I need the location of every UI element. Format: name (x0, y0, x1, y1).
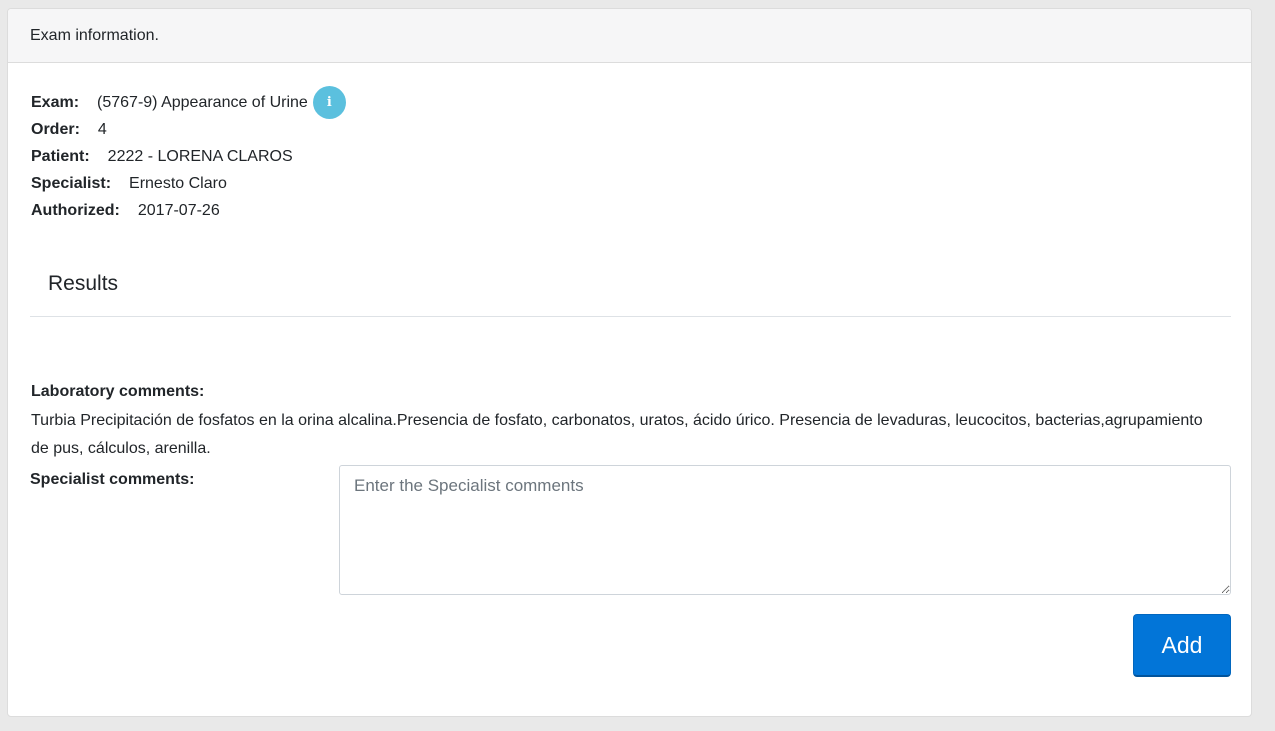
specialist-row: Specialist: Ernesto Claro (31, 170, 346, 197)
authorized-row: Authorized: 2017-07-26 (31, 197, 346, 224)
laboratory-comments-text: Turbia Precipitación de fosfatos en la o… (31, 412, 1203, 457)
exam-label: Exam: (31, 94, 80, 111)
specialist-value: Ernesto Claro (129, 175, 227, 192)
exam-row: Exam: (5767-9) Appearance of Urine i (31, 86, 346, 119)
exam-information-card: Exam information. Exam: (5767-9) Appeara… (7, 8, 1252, 717)
info-icon[interactable]: i (312, 86, 346, 119)
specialist-comments-label: Specialist comments: (30, 471, 195, 488)
exam-value: (5767-9) Appearance of Urine (97, 94, 308, 111)
order-label: Order: (31, 121, 80, 138)
results-heading: Results (48, 272, 119, 295)
specialist-label: Specialist: (31, 175, 112, 192)
laboratory-comments-label: Laboratory comments: (31, 383, 205, 400)
exam-details: Exam: (5767-9) Appearance of Urine i Ord… (31, 86, 346, 224)
specialist-comments-textarea[interactable] (339, 465, 1231, 595)
card-header: Exam information. (8, 9, 1251, 63)
results-divider (30, 316, 1231, 317)
authorized-value: 2017-07-26 (137, 202, 220, 219)
order-row: Order: 4 (31, 116, 346, 143)
patient-value: 2222 - LORENA CLAROS (107, 148, 293, 165)
authorized-label: Authorized: (31, 202, 120, 219)
order-value: 4 (97, 121, 107, 138)
card-title: Exam information. (30, 26, 159, 44)
add-button[interactable]: Add (1133, 614, 1231, 677)
patient-label: Patient: (31, 148, 90, 165)
patient-row: Patient: 2222 - LORENA CLAROS (31, 143, 346, 170)
